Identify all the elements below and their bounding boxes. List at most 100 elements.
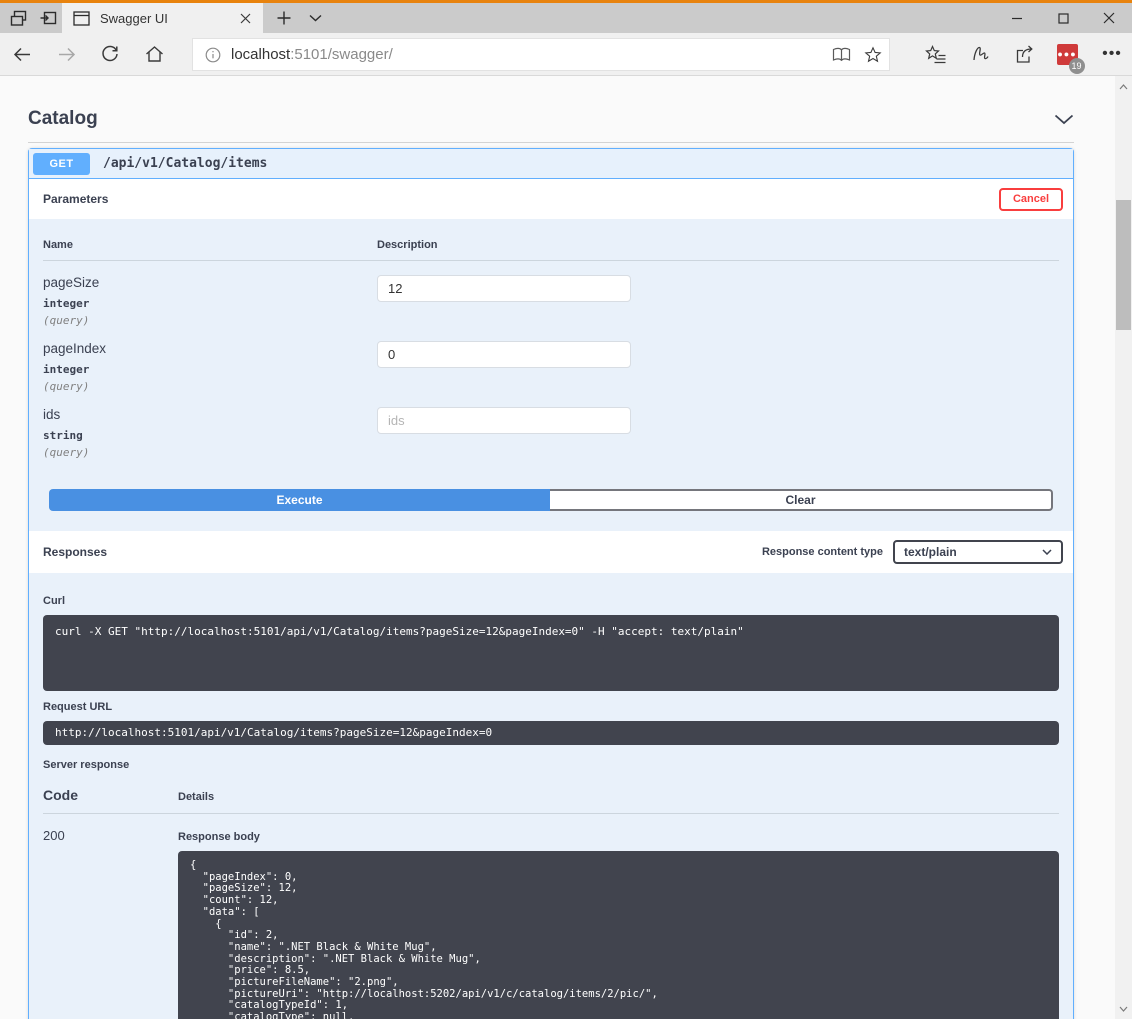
tab-close-button[interactable]	[235, 8, 255, 28]
param-name: pageIndex	[43, 341, 377, 356]
response-content-type-label: Response content type	[762, 546, 883, 558]
param-row-pageindex: pageIndex integer (query)	[43, 327, 1059, 393]
forward-arrow-icon	[56, 44, 77, 65]
settings-more-button[interactable]: •••	[1094, 33, 1130, 75]
endpoint-path: /api/v1/Catalog/items	[103, 156, 267, 171]
content-type-select[interactable]: text/plain	[893, 540, 1063, 564]
new-tab-button[interactable]	[269, 3, 299, 33]
param-name: pageSize	[43, 275, 377, 290]
column-header-code: Code	[43, 787, 178, 803]
parameters-title: Parameters	[43, 192, 108, 206]
clear-button[interactable]: Clear	[550, 489, 1053, 511]
response-body-block: { "pageIndex": 0, "pageSize": 12, "count…	[178, 851, 1059, 1019]
maximize-button[interactable]	[1040, 3, 1086, 33]
responses-title: Responses	[43, 545, 107, 559]
page-scrollbar[interactable]	[1115, 76, 1132, 1019]
set-aside-tabs-icon	[9, 9, 28, 28]
extension-badge: 19	[1069, 58, 1085, 74]
tab-title: Swagger UI	[100, 11, 235, 26]
refresh-icon	[100, 44, 120, 64]
param-name-cell: ids string (query)	[43, 407, 377, 459]
url-text[interactable]: localhost:5101/swagger/	[231, 46, 393, 63]
url-host: localhost	[231, 46, 290, 63]
refresh-button[interactable]	[93, 33, 127, 75]
extension-tile-icon: ●●● 19	[1057, 44, 1078, 65]
param-location: (query)	[43, 314, 377, 327]
pageindex-input[interactable]	[377, 341, 631, 368]
restore-tabs-button[interactable]	[33, 3, 63, 33]
star-icon	[864, 46, 882, 64]
swagger-container: Catalog GET /api/v1/Catalog/items Parame…	[28, 106, 1074, 1019]
back-arrow-icon	[12, 44, 33, 65]
catalog-section-header[interactable]: Catalog	[28, 106, 1074, 132]
get-operation-block: GET /api/v1/Catalog/items Parameters Can…	[28, 148, 1074, 1019]
forward-button[interactable]	[49, 33, 83, 75]
pagesize-input[interactable]	[377, 275, 631, 302]
param-row-pagesize: pageSize integer (query)	[43, 261, 1059, 327]
url-path: :5101/swagger/	[290, 46, 393, 63]
close-icon	[240, 13, 251, 24]
param-value-cell	[377, 407, 631, 459]
minimize-button[interactable]	[994, 3, 1040, 33]
param-row-ids: ids string (query)	[43, 393, 1059, 459]
close-window-button[interactable]	[1086, 3, 1132, 33]
add-favorite-button[interactable]	[857, 39, 889, 70]
param-value-cell	[377, 275, 631, 327]
parameters-table-header: Name Description	[43, 239, 1059, 261]
request-url-block: http://localhost:5101/api/v1/Catalog/ite…	[43, 721, 1059, 745]
pen-icon	[970, 44, 991, 64]
curl-command-block: curl -X GET "http://localhost:5101/api/v…	[43, 615, 1059, 691]
plus-icon	[277, 11, 291, 25]
web-notes-button[interactable]	[962, 33, 998, 75]
share-icon	[1014, 44, 1035, 65]
extension-button[interactable]: ●●● 19	[1049, 33, 1085, 75]
param-type: integer	[43, 297, 377, 310]
browser-tab-swagger-ui[interactable]: Swagger UI	[62, 3, 263, 33]
ids-input[interactable]	[377, 407, 631, 434]
section-collapse-chevron-icon[interactable]	[1054, 114, 1074, 125]
home-icon	[144, 44, 165, 64]
execute-button[interactable]: Execute	[49, 489, 550, 511]
address-bar[interactable]: localhost:5101/swagger/	[192, 38, 890, 71]
scroll-up-button[interactable]	[1115, 78, 1132, 95]
tab-bar: Swagger UI	[0, 3, 1132, 33]
operation-summary[interactable]: GET /api/v1/Catalog/items	[29, 149, 1073, 179]
response-content-type-group: Response content type text/plain	[762, 540, 1063, 564]
status-code: 200	[43, 828, 178, 1019]
responses-body: Curl curl -X GET "http://localhost:5101/…	[29, 573, 1073, 1019]
param-type: string	[43, 429, 377, 442]
home-button[interactable]	[137, 33, 171, 75]
method-badge: GET	[33, 153, 90, 175]
favorites-hub-button[interactable]	[918, 33, 954, 75]
scroll-down-button[interactable]	[1115, 1000, 1132, 1017]
chevron-down-icon	[1119, 1006, 1128, 1012]
response-table-header: Code Details	[43, 787, 1059, 814]
column-header-description: Description	[377, 239, 438, 251]
more-icon: •••	[1102, 45, 1122, 63]
responses-header: Responses Response content type text/pla…	[29, 531, 1073, 573]
cancel-button[interactable]: Cancel	[999, 188, 1063, 211]
param-location: (query)	[43, 446, 377, 459]
response-body-label: Response body	[178, 831, 1059, 843]
site-info-icon[interactable]	[205, 47, 221, 63]
response-row-200: 200 Response body { "pageIndex": 0, "pag…	[43, 814, 1059, 1019]
param-name-cell: pageSize integer (query)	[43, 275, 377, 327]
page-icon	[73, 11, 90, 26]
tab-preview-toggle[interactable]	[300, 3, 330, 33]
extension-dots: ●●●	[1057, 50, 1076, 59]
chevron-down-icon	[309, 14, 322, 22]
close-icon	[1103, 12, 1115, 24]
maximize-icon	[1058, 13, 1069, 24]
param-name: ids	[43, 407, 377, 422]
reading-view-button[interactable]	[825, 39, 857, 70]
param-name-cell: pageIndex integer (query)	[43, 341, 377, 393]
chevron-down-icon	[1042, 549, 1052, 555]
chevron-up-icon	[1119, 84, 1128, 90]
set-aside-tabs-button[interactable]	[3, 3, 33, 33]
param-type: integer	[43, 363, 377, 376]
response-details-cell: Response body { "pageIndex": 0, "pageSiz…	[178, 828, 1059, 1019]
scrollbar-thumb[interactable]	[1116, 200, 1131, 330]
back-button[interactable]	[5, 33, 39, 75]
page-viewport: Catalog GET /api/v1/Catalog/items Parame…	[0, 76, 1115, 1019]
share-button[interactable]	[1006, 33, 1042, 75]
